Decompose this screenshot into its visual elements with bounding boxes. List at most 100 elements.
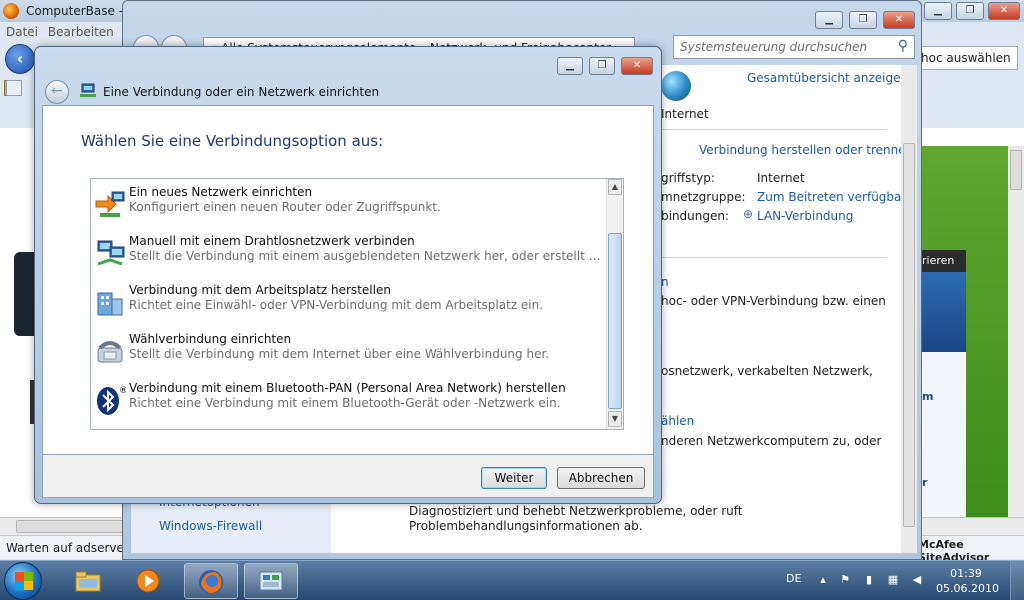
wireless-text: osnetzwerk, verkabelten Netzwerk, — [661, 364, 873, 378]
scroll-thumb[interactable] — [608, 233, 622, 409]
start-button[interactable] — [4, 562, 42, 600]
firefox-window-controls: ▁ ❐ ✕ — [922, 0, 1024, 22]
option-dialup[interactable]: Wählverbindung einrichten Stellt die Ver… — [91, 330, 605, 376]
dialog-close-button[interactable]: ✕ — [621, 57, 653, 75]
firefox-search-input[interactable]: hoc auswählen — [918, 46, 1018, 70]
option-title: Verbindung mit einem Bluetooth-PAN (Pers… — [129, 381, 566, 395]
homegroup-link[interactable]: Zum Beitreten verfügbar — [757, 190, 906, 204]
windows-logo-icon — [15, 572, 33, 590]
volume-icon[interactable]: ◀ — [910, 573, 924, 587]
folder-icon — [75, 571, 101, 592]
maximize-button[interactable]: ❐ — [956, 2, 984, 20]
workplace-icon — [97, 292, 123, 316]
option-title: Wählverbindung einrichten — [129, 332, 292, 346]
firefox-icon — [3, 3, 19, 19]
ad-blue-box — [920, 272, 966, 352]
diagnose-text: Diagnostiziert und behebt Netzwerkproble… — [409, 504, 743, 518]
connection-setup-dialog: ▁ ❐ ✕ ← Eine Verbindung oder ein Netzwer… — [34, 46, 662, 504]
firefox-icon — [199, 570, 223, 594]
adhoc-text: hoc- oder VPN-Verbindung bzw. einen — [661, 294, 886, 308]
taskbar-firefox[interactable] — [184, 563, 238, 599]
cp-search-input[interactable]: Systemsteuerung durchsuchen ⚲ — [673, 35, 915, 59]
option-new-network[interactable]: Ein neues Netzwerk einrichten Konfigurie… — [91, 183, 605, 229]
lan-connection-link[interactable]: LAN-Verbindung — [757, 209, 853, 223]
clock-time: 01:39 — [950, 567, 982, 580]
dialog-minimize-button[interactable]: ▁ — [557, 57, 583, 75]
internet-label: Internet — [661, 107, 709, 121]
firefox-vertical-scrollbar[interactable] — [1008, 146, 1024, 518]
status-text: Warten auf adserver.fr — [6, 541, 141, 555]
bluetooth-icon: ® — [97, 386, 126, 415]
taskbar: DE ▴ ⚑ ▮ ▦ ◀ 01:39 05.06.2010 — [0, 560, 1024, 600]
option-title: Verbindung mit dem Arbeitsplatz herstell… — [129, 283, 391, 297]
flag-icon[interactable]: ⚑ — [838, 573, 852, 587]
menu-bearbeiten[interactable]: Bearbeiten — [48, 25, 114, 39]
search-icon[interactable]: ⚲ — [898, 38, 908, 54]
connections-label: bindungen: — [661, 209, 730, 223]
overview-link[interactable]: Gesamtübersicht anzeigen — [747, 71, 908, 85]
clock[interactable]: 01:39 05.06.2010 — [936, 566, 999, 596]
option-description: Richtet eine Einwähl- oder VPN-Verbindun… — [129, 298, 544, 312]
homegroup-options-link[interactable]: ählen — [661, 414, 694, 428]
dialup-phone-icon — [97, 341, 123, 363]
taskbar-control-panel[interactable] — [244, 563, 298, 599]
scroll-down-icon[interactable]: ▼ — [608, 411, 622, 427]
page-icon — [6, 80, 22, 96]
new-connection-link[interactable]: n — [661, 275, 669, 289]
access-type-value: Internet — [757, 171, 805, 185]
link-windows-firewall[interactable]: Windows-Firewall — [159, 519, 262, 533]
ad-green-panel: rieren m r — [920, 146, 1008, 527]
taskbar-media-player[interactable] — [122, 563, 176, 599]
diagnose-text-2: Problembehandlungsinformationen ab. — [409, 519, 643, 533]
connect-disconnect-link[interactable]: Verbindung herstellen oder trennen — [699, 143, 913, 157]
cp-close-button[interactable]: ✕ — [883, 11, 915, 29]
show-hidden-icons[interactable]: ▴ — [816, 573, 830, 587]
media-player-icon — [136, 569, 160, 593]
search-placeholder: Systemsteuerung durchsuchen — [680, 40, 868, 54]
connection-options-list: Ein neues Netzwerk einrichten Konfigurie… — [90, 178, 624, 430]
clock-date: 05.06.2010 — [936, 582, 999, 595]
lan-connection-icon: ⊕ — [743, 207, 754, 221]
access-type-label: griffstyp: — [661, 171, 715, 185]
options-scrollbar[interactable]: ▲ ▼ — [606, 179, 623, 429]
language-indicator[interactable]: DE — [786, 572, 801, 585]
ad-text: m — [922, 390, 934, 403]
option-bluetooth-pan[interactable]: ® Verbindung mit einem Bluetooth-PAN (Pe… — [91, 379, 605, 425]
dialog-back-button[interactable]: ← — [45, 80, 69, 104]
homegroup-label: mnetzgruppe: — [661, 190, 746, 204]
back-arrow-icon[interactable]: ‹ — [5, 44, 35, 74]
taskbar-explorer[interactable] — [62, 563, 116, 599]
cancel-button[interactable]: Abbrechen — [557, 467, 645, 489]
other-computers-text: nderen Netzwerkcomputern zu, oder — [661, 434, 882, 448]
ad-white-box: m r — [920, 352, 966, 527]
cp-minimize-button[interactable]: ▁ — [815, 11, 843, 29]
globe-icon — [661, 71, 691, 101]
network-icon[interactable]: ▦ — [886, 573, 900, 587]
scroll-up-icon[interactable]: ▲ — [608, 179, 622, 195]
dialog-footer: Weiter Abbrechen — [42, 455, 654, 498]
ad-tab[interactable]: rieren — [920, 250, 966, 272]
option-manual-wireless[interactable]: Manuell mit einem Drahtlosnetzwerk verbi… — [91, 232, 605, 278]
power-icon[interactable]: ▮ — [862, 573, 876, 587]
option-description: Konfiguriert einen neuen Router oder Zug… — [129, 200, 441, 214]
next-button[interactable]: Weiter — [481, 467, 547, 489]
cp-vertical-scrollbar[interactable] — [901, 65, 917, 553]
dialog-maximize-button[interactable]: ❐ — [589, 57, 615, 75]
minimize-button[interactable]: ▁ — [924, 2, 952, 20]
network-setup-icon — [80, 83, 96, 97]
show-desktop-button[interactable] — [1010, 561, 1024, 600]
option-title: Manuell mit einem Drahtlosnetzwerk verbi… — [129, 234, 415, 248]
cp-maximize-button[interactable]: ❐ — [849, 11, 877, 29]
option-title: Ein neues Netzwerk einrichten — [129, 185, 313, 199]
router-icon — [95, 191, 125, 217]
menu-datei[interactable]: Datei — [6, 25, 38, 39]
firefox-title: ComputerBase - M — [26, 4, 138, 18]
option-workplace[interactable]: Verbindung mit dem Arbeitsplatz herstell… — [91, 281, 605, 327]
svg-text:®: ® — [119, 386, 126, 396]
close-button[interactable]: ✕ — [988, 2, 1020, 20]
wireless-network-icon — [97, 240, 125, 266]
control-panel-icon — [259, 571, 283, 591]
dialog-content: Wählen Sie eine Verbindungsoption aus: E… — [42, 105, 654, 455]
dialog-title: Eine Verbindung oder ein Netzwerk einric… — [103, 85, 380, 99]
option-description: Stellt die Verbindung mit dem Internet ü… — [129, 347, 550, 361]
